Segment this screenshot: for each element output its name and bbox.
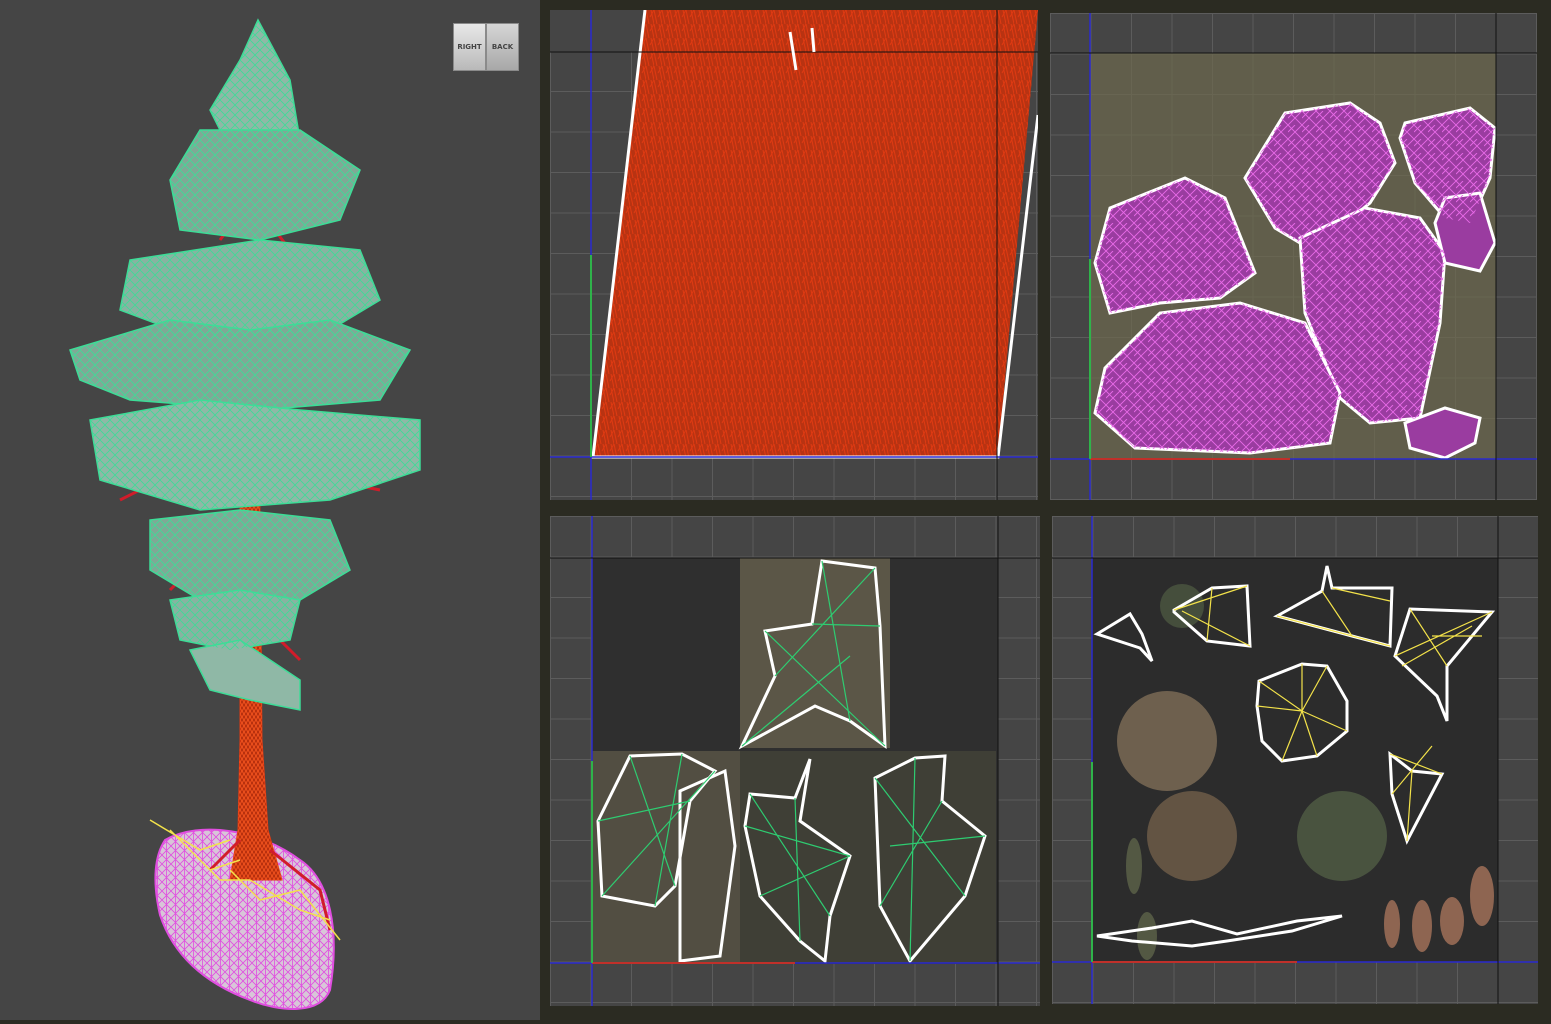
viewcube[interactable]: RIGHT BACK [452, 19, 519, 73]
rock-uv-canvas [1050, 13, 1537, 500]
viewcube-right-face[interactable]: RIGHT [453, 23, 486, 71]
bark-uv-panel[interactable] [550, 10, 1038, 500]
leaves-uv-panel[interactable] [550, 516, 1040, 1006]
foliage-uv-canvas [1052, 516, 1538, 1004]
perspective-viewport[interactable]: RIGHT BACK [0, 0, 540, 1020]
foliage-uv-panel[interactable] [1052, 516, 1538, 1004]
uv-editor-grid [540, 0, 1551, 1020]
bark-uv-canvas [550, 10, 1038, 500]
tree-model [69, 18, 421, 1010]
leaves-uv-canvas [550, 516, 1040, 1006]
viewcube-back-face[interactable]: BACK [486, 23, 519, 71]
rock-uv-panel[interactable] [1050, 13, 1537, 500]
